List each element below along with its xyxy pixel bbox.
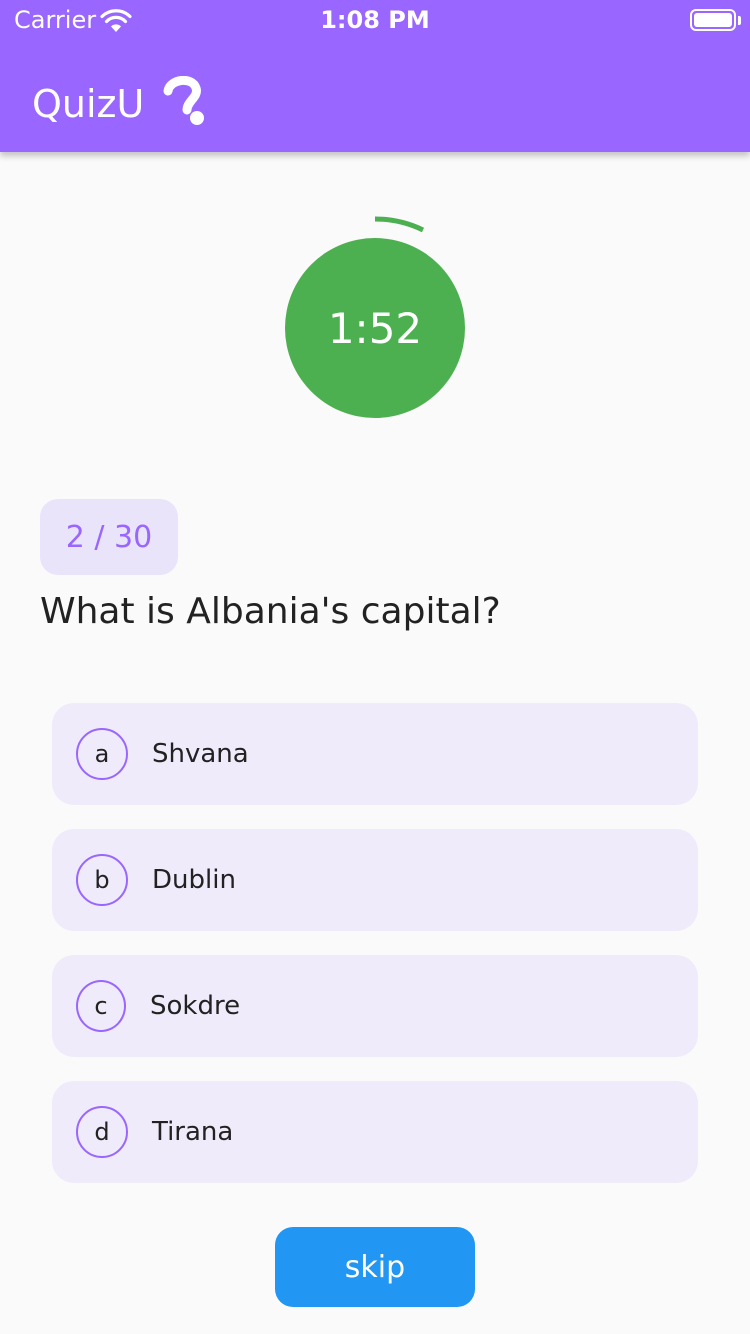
question-counter: 2 / 30 [65,519,153,555]
option-letter: a [94,740,110,768]
question-text: What is Albania's capital? [40,591,501,632]
answer-option-d[interactable]: d Tirana [52,1081,698,1183]
app-title: QuizU [32,82,145,126]
timer-circle: 1:52 [285,238,465,418]
countdown-timer: 1:52 [265,208,485,428]
question-counter-badge: 2 / 30 [40,499,178,575]
battery-icon [690,9,736,31]
answer-option-a[interactable]: a Shvana [52,703,698,805]
skip-button[interactable]: skip [275,1227,475,1307]
timer-value: 1:52 [327,303,423,353]
app-header: Carrier 1:08 PM QuizU [0,0,750,152]
option-text: Tirana [152,1117,234,1147]
status-bar: Carrier 1:08 PM [0,0,750,40]
answer-option-b[interactable]: b Dublin [52,829,698,931]
option-letter-badge: a [76,728,128,780]
option-letter: b [94,866,110,894]
question-mark-icon [163,76,204,125]
status-time: 1:08 PM [320,6,430,34]
battery-tip [738,16,741,25]
option-letter-badge: c [76,980,126,1032]
option-letter-badge: d [76,1106,128,1158]
option-text: Shvana [152,739,249,769]
option-text: Dublin [152,865,236,895]
option-letter: d [94,1118,110,1146]
option-text: Sokdre [150,991,241,1021]
option-letter-badge: b [76,854,128,906]
option-letter: c [94,992,108,1020]
answer-option-c[interactable]: c Sokdre [52,955,698,1057]
quiz-screen: Carrier 1:08 PM QuizU 1:52 2 / 30 What i… [0,0,750,1334]
